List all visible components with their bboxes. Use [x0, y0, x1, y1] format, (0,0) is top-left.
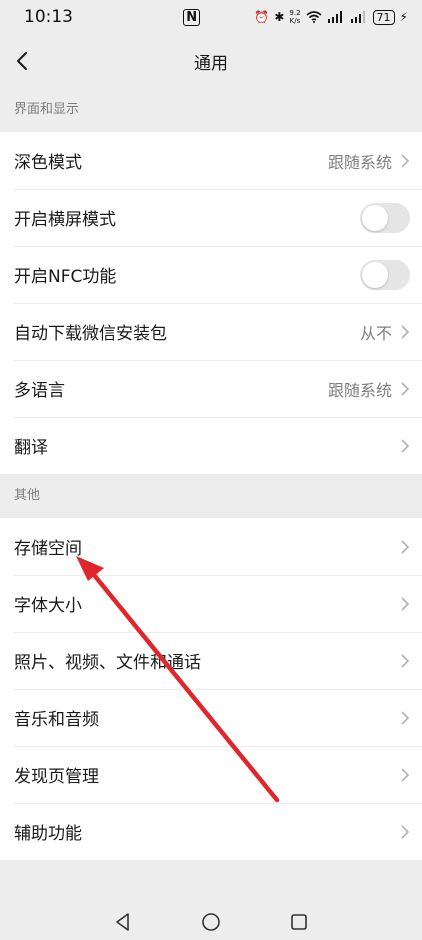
setting-nfc: 开启NFC功能 — [0, 246, 422, 303]
network-speed-value: 9.2 — [289, 9, 301, 17]
toggle-knob — [362, 261, 388, 288]
chevron-left-icon[interactable] — [10, 48, 36, 74]
setting-storage[interactable]: 存储空间 — [0, 518, 422, 575]
setting-label: 字体大小 — [14, 596, 82, 616]
network-speed-unit: K/s — [289, 17, 301, 25]
setting-discover-manage[interactable]: 发现页管理 — [0, 746, 422, 803]
wifi-icon — [306, 11, 322, 23]
page-title: 通用 — [194, 53, 228, 74]
status-icons: ⏰ ✱ 9.2 K/s 71 ⚡ — [254, 9, 408, 25]
setting-label: 自动下载微信安装包 — [14, 324, 167, 344]
toggle-knob — [362, 204, 388, 231]
setting-value: 跟随系统 — [327, 380, 392, 400]
setting-label: 存储空间 — [14, 539, 82, 559]
setting-music-audio[interactable]: 音乐和音频 — [0, 689, 422, 746]
chevron-right-icon — [401, 153, 410, 168]
setting-label: 开启NFC功能 — [14, 267, 117, 287]
setting-label: 照片、视频、文件和通话 — [14, 653, 201, 673]
nav-back-icon[interactable] — [112, 911, 134, 933]
setting-dark-mode[interactable]: 深色模式 跟随系统 — [0, 132, 422, 189]
bluetooth-icon: ✱ — [274, 10, 285, 24]
system-nav-bar — [0, 904, 422, 940]
chevron-right-icon — [401, 539, 410, 554]
signal-2-icon — [350, 11, 365, 23]
chevron-right-icon — [401, 710, 410, 725]
landscape-toggle[interactable] — [360, 202, 410, 233]
chevron-right-icon — [401, 381, 410, 396]
setting-label: 发现页管理 — [14, 767, 99, 787]
settings-list-other: 存储空间 字体大小 照片、视频、文件和通话 音乐和音频 发现页管理 辅助功能 — [0, 518, 422, 860]
setting-label: 辅助功能 — [14, 824, 82, 844]
network-speed: 9.2 K/s — [289, 9, 300, 25]
setting-translate[interactable]: 翻译 — [0, 417, 422, 474]
setting-auto-download[interactable]: 自动下载微信安装包 从不 — [0, 303, 422, 360]
status-time: 10:13 — [24, 7, 73, 27]
setting-media-files[interactable]: 照片、视频、文件和通话 — [0, 632, 422, 689]
setting-landscape-mode: 开启横屏模式 — [0, 189, 422, 246]
signal-icon — [327, 11, 342, 23]
setting-label: 翻译 — [14, 438, 48, 458]
chevron-right-icon — [401, 824, 410, 839]
top-bar: 通用 — [0, 34, 422, 88]
chevron-right-icon — [401, 653, 410, 668]
status-bar: 10:13 N ⏰ ✱ 9.2 K/s 71 ⚡ — [0, 0, 422, 34]
setting-label: 多语言 — [14, 381, 65, 401]
setting-value: 从不 — [359, 323, 392, 343]
chevron-right-icon — [401, 324, 410, 339]
setting-label: 深色模式 — [14, 153, 82, 173]
section-header-other: 其他 — [14, 488, 41, 503]
alarm-icon: ⏰ — [254, 10, 270, 24]
charging-icon: ⚡ — [399, 10, 408, 24]
battery-level: 71 — [372, 9, 395, 25]
setting-accessibility[interactable]: 辅助功能 — [0, 803, 422, 860]
nfc-icon: N — [183, 8, 201, 26]
setting-label: 音乐和音频 — [14, 710, 99, 730]
setting-language[interactable]: 多语言 跟随系统 — [0, 360, 422, 417]
settings-list-display: 深色模式 跟随系统 开启横屏模式 开启NFC功能 自动下载微信安装包 从不 多语… — [0, 132, 422, 474]
chevron-right-icon — [401, 767, 410, 782]
nav-home-icon[interactable] — [200, 911, 222, 933]
nfc-toggle[interactable] — [360, 259, 410, 290]
chevron-right-icon — [401, 438, 410, 453]
setting-label: 开启横屏模式 — [14, 210, 116, 230]
section-header-display: 界面和显示 — [14, 102, 80, 117]
chevron-right-icon — [401, 596, 410, 611]
setting-font-size[interactable]: 字体大小 — [0, 575, 422, 632]
nav-recents-icon[interactable] — [288, 911, 310, 933]
setting-value: 跟随系统 — [327, 152, 392, 172]
